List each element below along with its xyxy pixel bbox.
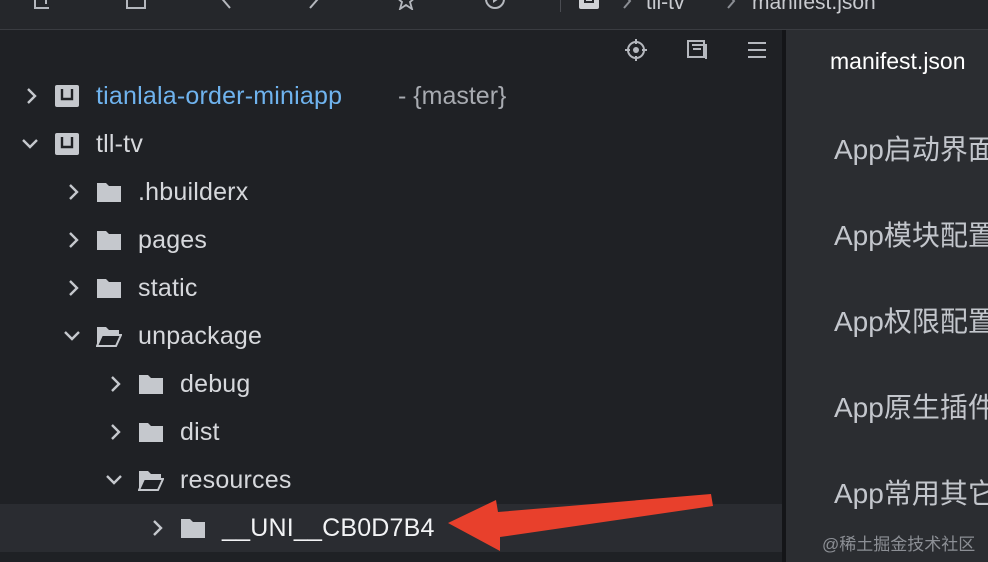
toolbar-divider <box>560 0 561 12</box>
tree-item-resources[interactable]: resources <box>0 456 782 504</box>
locate-icon[interactable] <box>624 38 648 62</box>
project-icon <box>578 0 600 10</box>
collapse-icon[interactable] <box>685 38 709 62</box>
tree-item-dist[interactable]: dist <box>0 408 782 456</box>
chevron-right-icon <box>724 0 738 10</box>
chevron-right-icon[interactable] <box>106 422 126 442</box>
star-icon[interactable] <box>395 0 417 10</box>
tree-item-debug[interactable]: debug <box>0 360 782 408</box>
tree-item-pages[interactable]: pages <box>0 216 782 264</box>
chevron-right-icon[interactable] <box>106 374 126 394</box>
tree-item-label: pages <box>138 226 208 254</box>
tree-item-label: dist <box>180 418 220 446</box>
chevron-down-icon[interactable] <box>20 134 40 154</box>
tree-item-label: .hbuilderx <box>138 178 249 206</box>
tree-item-label: tll-tv <box>96 130 144 158</box>
tree-item-label: debug <box>180 370 251 398</box>
tree-item-uni-app-id[interactable]: __UNI__CB0D7B4 <box>0 504 782 552</box>
chevron-down-icon[interactable] <box>62 326 82 346</box>
edit-icon[interactable] <box>306 0 328 10</box>
back-icon[interactable] <box>214 0 236 10</box>
tree-item-static[interactable]: static <box>0 264 782 312</box>
run-icon[interactable] <box>484 0 506 10</box>
editor-title: manifest.json <box>830 48 966 74</box>
top-toolbar: tll-tv manifest.json <box>0 0 988 30</box>
tree-item-hbuilderx[interactable]: .hbuilderx <box>0 168 782 216</box>
folder-icon <box>180 516 206 540</box>
folder-icon <box>138 420 164 444</box>
project-icon <box>54 132 80 156</box>
project-icon <box>54 84 80 108</box>
tree-item-unpackage[interactable]: unpackage <box>0 312 782 360</box>
breadcrumb-project[interactable]: tll-tv <box>646 0 685 14</box>
nav-item-app-splash[interactable]: App启动界面 <box>834 128 988 168</box>
menu-icon[interactable] <box>745 38 769 62</box>
nav-item-app-other[interactable]: App常用其它 <box>834 472 988 512</box>
project-explorer: tianlala-order-miniapp - {master} tll-tv… <box>0 30 782 562</box>
chevron-right-icon[interactable] <box>148 518 168 538</box>
manifest-editor: manifest.json App启动界面 App模块配置 App权限配置 Ap… <box>786 30 988 562</box>
tree-item-tianlala-order-miniapp[interactable]: tianlala-order-miniapp - {master} <box>0 72 782 120</box>
tree-item-label: __UNI__CB0D7B4 <box>222 514 435 542</box>
folder-icon <box>96 180 122 204</box>
breadcrumb-file[interactable]: manifest.json <box>752 0 876 14</box>
folder-icon <box>138 372 164 396</box>
tree-item-tll-tv[interactable]: tll-tv <box>0 120 782 168</box>
tree-item-label: tianlala-order-miniapp <box>96 82 343 110</box>
tree-item-label: resources <box>180 466 292 494</box>
new-file-icon[interactable] <box>32 0 54 10</box>
git-branch-label: - {master} <box>398 82 507 110</box>
nav-item-app-native-plugins[interactable]: App原生插件 <box>834 386 988 426</box>
nav-item-app-permissions[interactable]: App权限配置 <box>834 300 988 340</box>
folder-open-icon <box>138 468 164 492</box>
tree-item-label: static <box>138 274 198 302</box>
nav-item-app-modules[interactable]: App模块配置 <box>834 214 988 254</box>
chevron-right-icon <box>620 0 634 10</box>
chevron-right-icon[interactable] <box>64 230 84 250</box>
chevron-right-icon[interactable] <box>22 86 42 106</box>
chevron-down-icon[interactable] <box>104 470 124 490</box>
folder-icon <box>96 228 122 252</box>
watermark: @稀土掘金技术社区 <box>822 535 976 554</box>
tree-item-label: unpackage <box>138 322 263 350</box>
folder-open-icon <box>96 324 122 348</box>
window-icon[interactable] <box>125 0 147 10</box>
chevron-right-icon[interactable] <box>64 278 84 298</box>
chevron-right-icon[interactable] <box>64 182 84 202</box>
folder-icon <box>96 276 122 300</box>
